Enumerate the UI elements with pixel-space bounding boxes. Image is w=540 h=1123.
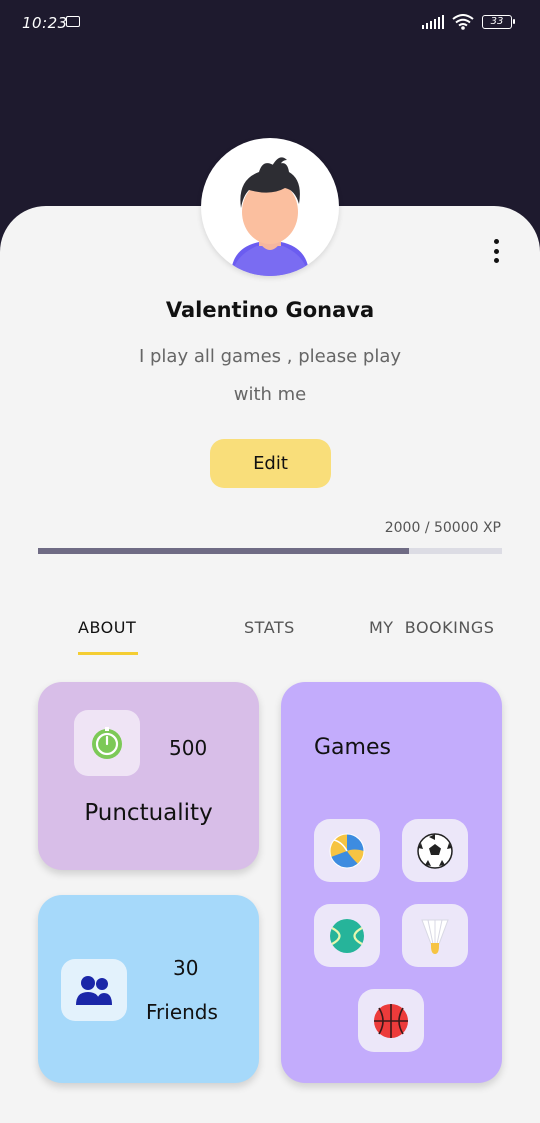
friends-label: Friends [146, 1000, 218, 1024]
wifi-icon [452, 14, 474, 30]
profile-bio-line-2: with me [233, 384, 307, 405]
stopwatch-icon [92, 727, 122, 759]
status-icons: 33 [421, 14, 515, 30]
games-card: Games [281, 682, 502, 1083]
friends-icon-box [61, 959, 127, 1021]
game-badminton-button[interactable] [402, 904, 468, 967]
profile-bio-line-1: I play all games , please play [138, 346, 402, 367]
tab-about[interactable]: ABOUT [78, 618, 136, 637]
game-basketball-button[interactable] [358, 989, 424, 1052]
games-title: Games [314, 735, 391, 760]
punctuality-value: 500 [169, 736, 208, 760]
friends-card[interactable]: 30 Friends [38, 895, 259, 1083]
xp-progress-fill [38, 548, 410, 554]
person-avatar-icon[interactable] [201, 138, 339, 276]
game-soccer-button[interactable] [402, 819, 468, 882]
punctuality-label: Punctuality [84, 800, 213, 826]
sim-icon [66, 16, 80, 27]
battery-level: 33 [490, 16, 504, 27]
signal-icon [421, 15, 444, 29]
profile-tabs: ABOUT STATS MY BOOKINGS [0, 606, 540, 656]
soccer-ball-icon [417, 832, 453, 869]
tab-my-bookings[interactable]: MY BOOKINGS [369, 618, 494, 637]
profile-name: Valentino Gonava [165, 298, 375, 322]
game-volleyball-button[interactable] [314, 819, 380, 882]
tennis-ball-icon [330, 918, 364, 953]
punctuality-card[interactable]: 500 Punctuality [38, 682, 259, 870]
edit-button[interactable]: Edit [210, 439, 331, 488]
active-tab-indicator [78, 652, 138, 655]
status-time: 10:23 [22, 14, 68, 32]
punctuality-icon-box [74, 710, 140, 776]
basketball-icon [374, 1003, 408, 1038]
more-options-icon[interactable] [486, 236, 506, 266]
xp-progress-bar [38, 548, 502, 554]
game-tennis-button[interactable] [314, 904, 380, 967]
people-icon [76, 976, 112, 1005]
profile-bio: I play all games , please play with me [120, 338, 420, 414]
xp-text: 2000 / 50000 XP [384, 520, 501, 536]
shuttlecock-icon [421, 919, 449, 954]
tab-stats[interactable]: STATS [244, 618, 295, 637]
volleyball-icon [329, 833, 365, 868]
friends-value: 30 [173, 956, 199, 980]
status-bar: 10:23 33 [0, 0, 540, 46]
battery-icon: 33 [482, 15, 515, 29]
